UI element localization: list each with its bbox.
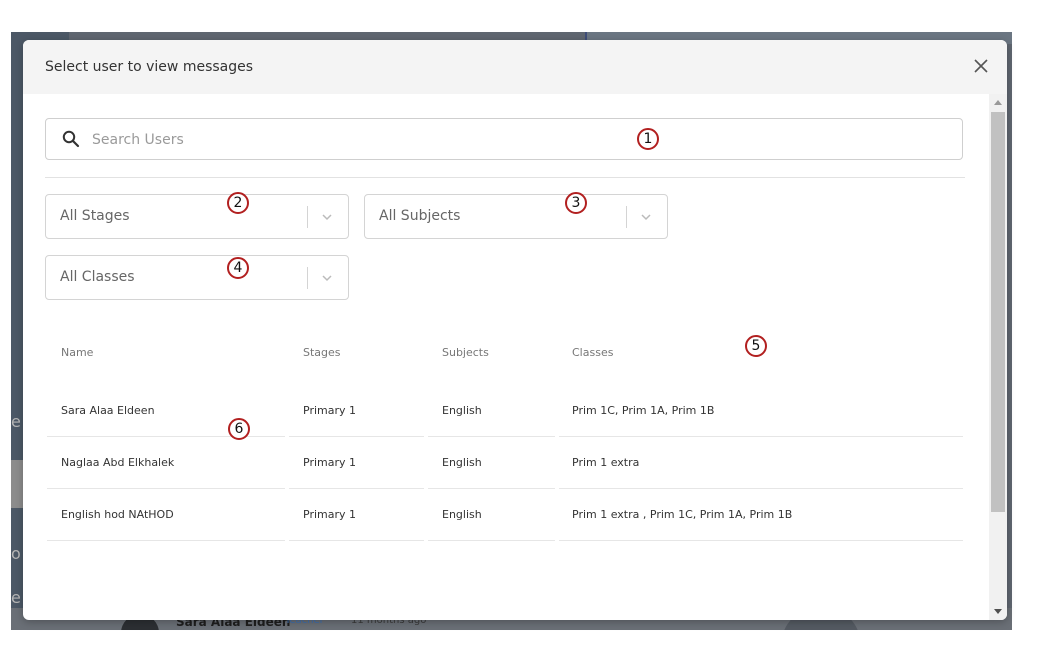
cell-name: English hod NAtHOD xyxy=(61,508,174,521)
annotation-marker: 6 xyxy=(228,418,250,440)
annotation-marker: 4 xyxy=(227,257,249,279)
cell-subjects: English xyxy=(442,456,482,469)
table-row[interactable]: Naglaa Abd Elkhalek Primary 1 English Pr… xyxy=(45,437,963,489)
column-header-stages: Stages xyxy=(303,346,341,359)
cell-stages: Primary 1 xyxy=(303,508,357,521)
cell-name: Sara Alaa Eldeen xyxy=(61,404,155,417)
close-icon[interactable] xyxy=(969,54,993,78)
cell-stages: Primary 1 xyxy=(303,456,357,469)
scroll-down-arrow-icon[interactable] xyxy=(994,609,1002,614)
cell-classes: Prim 1 extra , Prim 1C, Prim 1A, Prim 1B xyxy=(572,508,793,521)
chevron-down-icon xyxy=(322,275,332,282)
modal-header: Select user to view messages xyxy=(23,40,1007,94)
modal-body: All Stages All Subjects All Classes Name… xyxy=(23,94,987,620)
cell-name: Naglaa Abd Elkhalek xyxy=(61,456,175,469)
select-user-modal: Select user to view messages All Stages … xyxy=(23,40,1007,620)
table-row[interactable]: English hod NAtHOD Primary 1 English Pri… xyxy=(45,489,963,541)
subjects-filter-select[interactable]: All Subjects xyxy=(364,194,668,239)
search-box xyxy=(45,118,963,160)
column-header-classes: Classes xyxy=(572,346,614,359)
divider xyxy=(45,177,965,178)
annotation-marker: 3 xyxy=(565,192,587,214)
cell-classes: Prim 1C, Prim 1A, Prim 1B xyxy=(572,404,715,417)
column-header-name: Name xyxy=(61,346,94,359)
scroll-up-arrow-icon[interactable] xyxy=(994,100,1002,105)
modal-title: Select user to view messages xyxy=(45,59,254,75)
cell-classes: Prim 1 extra xyxy=(572,456,640,469)
modal-scrollbar[interactable] xyxy=(989,94,1007,620)
cell-subjects: English xyxy=(442,404,482,417)
cell-subjects: English xyxy=(442,508,482,521)
annotation-marker: 1 xyxy=(637,128,659,150)
annotation-marker: 5 xyxy=(745,335,767,357)
annotation-marker: 2 xyxy=(227,192,249,214)
table-row[interactable]: Sara Alaa Eldeen Primary 1 English Prim … xyxy=(45,385,963,437)
classes-filter-select[interactable]: All Classes xyxy=(45,255,349,300)
scroll-thumb[interactable] xyxy=(991,112,1005,512)
stages-filter-value: All Stages xyxy=(60,208,130,224)
search-input[interactable] xyxy=(90,127,954,153)
search-icon xyxy=(62,130,80,148)
stages-filter-select[interactable]: All Stages xyxy=(45,194,349,239)
chevron-down-icon xyxy=(641,214,651,221)
chevron-down-icon xyxy=(322,214,332,221)
classes-filter-value: All Classes xyxy=(60,269,135,285)
column-header-subjects: Subjects xyxy=(442,346,489,359)
cell-stages: Primary 1 xyxy=(303,404,357,417)
subjects-filter-value: All Subjects xyxy=(379,208,461,224)
